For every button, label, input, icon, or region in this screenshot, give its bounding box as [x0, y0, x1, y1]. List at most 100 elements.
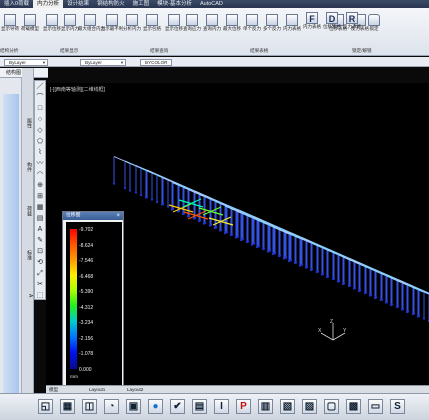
- ribbon-button[interactable]: 显示导荷: [1, 14, 19, 31]
- ribbon-button[interactable]: 荷载模型: [21, 14, 39, 31]
- ribbon-button[interactable]: 查询内力: [203, 14, 221, 31]
- menu-item[interactable]: 内力分析: [33, 0, 64, 8]
- draw-tool-icon[interactable]: ○: [35, 115, 45, 125]
- legend-title: 位移图: [66, 213, 81, 218]
- viewport-title[interactable]: [-][西南等轴测][二维线框]: [50, 86, 105, 93]
- draw-tool-icon[interactable]: ⤢: [35, 269, 45, 279]
- table-icon[interactable]: ▤: [192, 399, 207, 414]
- draw-tool-icon[interactable]: ⊞: [35, 192, 45, 202]
- ribbon-button[interactable]: 分析内力: [123, 14, 141, 31]
- draw-tool-icon[interactable]: ／: [35, 82, 45, 92]
- columns-icon[interactable]: ▥: [258, 399, 273, 414]
- legend-header[interactable]: 位移图 ×: [63, 212, 123, 220]
- shift-icon: [168, 14, 180, 26]
- side-tab[interactable]: 荷载: [23, 206, 33, 216]
- grid-icon[interactable]: ▦: [60, 399, 75, 414]
- stress-icon: [186, 14, 198, 26]
- lineweight-value: ByLayer: [85, 59, 102, 65]
- panel-body: [3, 94, 19, 394]
- cube-icon[interactable]: ▣: [126, 399, 141, 414]
- color-value: BYCOLOR: [145, 59, 168, 65]
- legend-tick-label: 0.000: [79, 366, 92, 373]
- ribbon-button-label: 锁定: [369, 26, 379, 31]
- draw-tool-icon[interactable]: A: [35, 225, 45, 235]
- box-icon[interactable]: ▢: [324, 399, 339, 414]
- ribbon-button[interactable]: 单个反力: [243, 14, 261, 31]
- menu-item[interactable]: 模块-基本分析: [153, 0, 196, 8]
- draw-tool-icon[interactable]: 〰: [35, 159, 45, 169]
- ribbon-button[interactable]: 查询应力: [183, 14, 201, 31]
- reaction-icon: [246, 14, 258, 26]
- legend-tick-label: -8.624: [79, 242, 94, 249]
- menu-item[interactable]: 插入0荷载: [0, 0, 33, 8]
- stack-icon[interactable]: ▨: [302, 399, 317, 414]
- draw-tool-icon[interactable]: ⊡: [35, 247, 45, 257]
- color-combo[interactable]: BYCOLOR: [140, 58, 172, 66]
- legend-tick-label: -7.546: [79, 258, 94, 264]
- ribbon-button-label: 荷载模型: [21, 26, 39, 31]
- result-table-button[interactable]: D 位移表格: [323, 12, 341, 29]
- side-tab[interactable]: 标准: [23, 250, 33, 260]
- draw-tool-icon[interactable]: ▤: [35, 214, 45, 224]
- frame-icon[interactable]: ▭: [368, 399, 383, 414]
- ribbon-button[interactable]: 显示包络: [143, 14, 161, 31]
- reactions-icon: [266, 14, 278, 26]
- draw-tool-icon[interactable]: ⬚: [35, 291, 45, 301]
- check-icon[interactable]: ✔: [170, 399, 185, 414]
- draw-tool-icon[interactable]: ◠: [35, 170, 45, 180]
- force-icon: [64, 14, 76, 26]
- layer-toolbar: ByLayer ▼ ByLayer ▼ BYCOLOR: [0, 57, 429, 67]
- menu-item[interactable]: AutoCAD: [196, 0, 227, 8]
- polar-icon[interactable]: ◔: [104, 399, 119, 414]
- analysis-icon: [126, 14, 138, 26]
- result-table-button[interactable]: F 内力表格: [303, 12, 321, 29]
- menu-item[interactable]: 施工图: [129, 0, 154, 8]
- left-panel: [0, 68, 22, 420]
- sphere-icon[interactable]: ●: [148, 399, 163, 414]
- draw-tool-icon[interactable]: □: [35, 104, 45, 114]
- menu-bar: 插入0荷载 内力分析 设计结果 钢结构防火 施工图 模块-基本分析 AutoCAD: [0, 0, 429, 8]
- ribbon-group-label: 结果查询: [150, 48, 169, 53]
- legend-tick-label: -2.156: [79, 335, 94, 342]
- ribbon-button[interactable]: 显示内力: [61, 14, 79, 31]
- draw-tool-icon[interactable]: ⊕: [35, 181, 45, 191]
- ribbon-button[interactable]: 最大组合内力: [78, 14, 105, 31]
- side-tab[interactable]: A: [23, 294, 33, 297]
- text-icon[interactable]: I: [214, 399, 229, 414]
- layout-tab[interactable]: 模型: [46, 386, 61, 393]
- close-icon[interactable]: ×: [116, 212, 120, 220]
- draw-tool-icon[interactable]: ◇: [35, 126, 45, 136]
- ribbon-button[interactable]: 显示最不利: [101, 14, 123, 31]
- layout-tab[interactable]: Layout2: [124, 386, 146, 393]
- draw-tool-icon[interactable]: ⟲: [35, 258, 45, 268]
- linetype-combo[interactable]: ByLayer ▼: [4, 58, 48, 66]
- legend-panel: 位移图 × mm -9.702 -8.624 -7.546 -6.468 -5.390 -4…: [62, 211, 124, 404]
- menu-item[interactable]: 设计结果: [63, 0, 93, 8]
- lock-icon: [368, 14, 380, 26]
- worst-icon: [106, 14, 118, 26]
- ribbon-button[interactable]: 多个反力: [263, 14, 281, 31]
- draw-tool-icon[interactable]: ⌇: [35, 148, 45, 158]
- layout-tab[interactable]: Layout1: [86, 386, 108, 393]
- snap-icon[interactable]: ◫: [82, 399, 97, 414]
- grid2-icon[interactable]: ▩: [346, 399, 361, 414]
- s-icon[interactable]: S: [390, 399, 405, 414]
- lock-button[interactable]: 锁定: [366, 14, 382, 31]
- draw-tool-icon[interactable]: ✎: [35, 236, 45, 246]
- draw-tool-icon[interactable]: ⬠: [35, 137, 45, 147]
- square-icon[interactable]: ◱: [38, 399, 53, 414]
- menu-item[interactable]: 钢结构防火: [93, 0, 129, 8]
- ribbon-button[interactable]: 最大位移: [223, 14, 241, 31]
- ribbon-button-label: 最大组合内力: [78, 26, 105, 31]
- displacement-icon: [46, 14, 58, 26]
- side-tab[interactable]: 属性: [23, 118, 33, 128]
- ribbon-button[interactable]: 内力表格: [283, 14, 301, 31]
- result-table-button[interactable]: R 反力表格: [343, 12, 361, 29]
- lineweight-combo[interactable]: ByLayer ▼: [80, 58, 126, 66]
- draw-tool-icon[interactable]: ▦: [35, 203, 45, 213]
- image-icon[interactable]: ▧: [280, 399, 295, 414]
- draw-tool-icon[interactable]: ✂: [35, 280, 45, 290]
- draw-tool-icon[interactable]: ⌒: [35, 93, 45, 103]
- side-tab[interactable]: 构件: [23, 162, 33, 172]
- pdf-icon[interactable]: P: [236, 399, 251, 414]
